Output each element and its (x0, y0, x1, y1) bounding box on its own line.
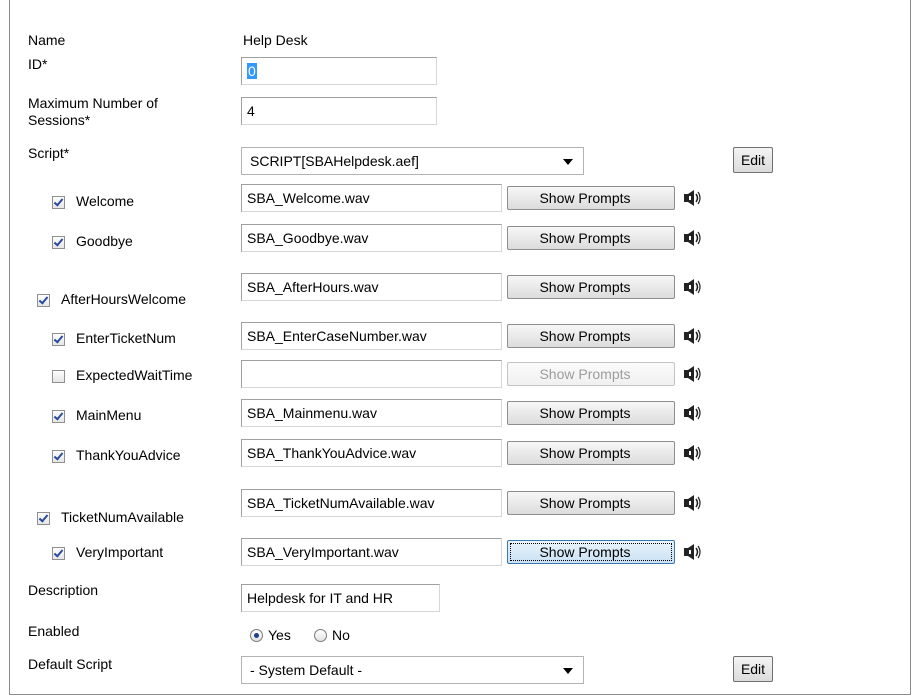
prompt-label: MainMenu (76, 407, 142, 423)
show-prompts-button[interactable]: Show Prompts (507, 540, 675, 564)
speaker-icon[interactable] (684, 445, 702, 461)
enabled-no-label: No (332, 627, 350, 643)
show-prompts-button[interactable]: Show Prompts (507, 491, 675, 515)
show-prompts-button[interactable]: Show Prompts (507, 186, 675, 210)
prompt-checkbox-welcome[interactable] (52, 196, 65, 209)
show-prompts-button[interactable]: Show Prompts (507, 226, 675, 250)
speaker-icon[interactable] (684, 544, 702, 560)
prompt-checkbox-expectedwaittime[interactable] (52, 370, 65, 383)
name-label: Name (28, 32, 66, 48)
prompt-file-field[interactable]: SBA_TicketNumAvailable.wav (241, 489, 502, 517)
speaker-icon[interactable] (684, 190, 702, 206)
speaker-icon[interactable] (684, 495, 702, 511)
show-prompts-button[interactable]: Show Prompts (507, 401, 675, 425)
prompt-checkbox-ticketnumavailable[interactable] (37, 512, 50, 525)
show-prompts-button[interactable]: Show Prompts (507, 324, 675, 348)
prompt-checkbox-enterticketnum[interactable] (52, 333, 65, 346)
prompt-file-field[interactable]: SBA_ThankYouAdvice.wav (241, 439, 502, 467)
show-prompts-button[interactable]: Show Prompts (507, 275, 675, 299)
prompt-checkbox-afterhourswelcome[interactable] (37, 294, 50, 307)
enabled-label: Enabled (28, 623, 80, 639)
enabled-yes-radio[interactable] (250, 629, 263, 642)
speaker-icon[interactable] (684, 405, 702, 421)
default-script-label: Default Script (28, 656, 113, 672)
script-label: Script* (28, 145, 70, 161)
prompt-label: ThankYouAdvice (76, 447, 181, 463)
prompt-checkbox-veryimportant[interactable] (52, 547, 65, 560)
enabled-no-radio[interactable] (314, 629, 327, 642)
speaker-icon[interactable] (684, 328, 702, 344)
prompt-file-field[interactable]: SBA_VeryImportant.wav (241, 538, 502, 566)
description-label: Description (28, 582, 99, 598)
id-label: ID* (28, 56, 48, 72)
show-prompts-button[interactable]: Show Prompts (507, 441, 675, 465)
prompt-file-field[interactable]: SBA_Welcome.wav (241, 184, 502, 212)
speaker-icon[interactable] (684, 366, 702, 382)
prompt-checkbox-thankyouadvice[interactable] (52, 450, 65, 463)
prompt-file-field[interactable] (241, 360, 502, 388)
prompt-file-field[interactable]: SBA_AfterHours.wav (241, 273, 502, 301)
enabled-yes-label: Yes (268, 627, 291, 643)
prompt-checkbox-mainmenu[interactable] (52, 410, 65, 423)
prompt-checkbox-goodbye[interactable] (52, 236, 65, 249)
speaker-icon[interactable] (684, 230, 702, 246)
prompt-label: Goodbye (76, 233, 133, 249)
prompt-label: VeryImportant (76, 544, 164, 560)
max-sessions-label: Maximum Number of Sessions* (28, 95, 158, 128)
script-edit-button[interactable]: Edit (733, 147, 773, 173)
show-prompts-button[interactable]: Show Prompts (507, 362, 675, 386)
default-script-select[interactable]: - System Default - (241, 656, 584, 684)
id-field[interactable]: 0 (241, 57, 437, 85)
prompt-label: Welcome (76, 193, 135, 209)
max-sessions-field[interactable]: 4 (241, 97, 437, 125)
script-select[interactable]: SCRIPT[SBAHelpdesk.aef] (241, 147, 584, 175)
prompt-file-field[interactable]: SBA_Goodbye.wav (241, 224, 502, 252)
speaker-icon[interactable] (684, 279, 702, 295)
prompt-file-field[interactable]: SBA_EnterCaseNumber.wav (241, 322, 502, 350)
prompt-label: EnterTicketNum (76, 330, 176, 346)
prompt-label: ExpectedWaitTime (76, 367, 193, 383)
chevron-down-icon (563, 668, 573, 674)
chevron-down-icon (563, 159, 573, 165)
prompt-file-field[interactable]: SBA_Mainmenu.wav (241, 399, 502, 427)
prompt-label: AfterHoursWelcome (61, 291, 187, 307)
description-field[interactable]: Helpdesk for IT and HR (241, 584, 440, 612)
default-script-edit-button[interactable]: Edit (733, 656, 773, 682)
prompt-label: TicketNumAvailable (61, 509, 184, 525)
name-value: Help Desk (243, 32, 308, 48)
